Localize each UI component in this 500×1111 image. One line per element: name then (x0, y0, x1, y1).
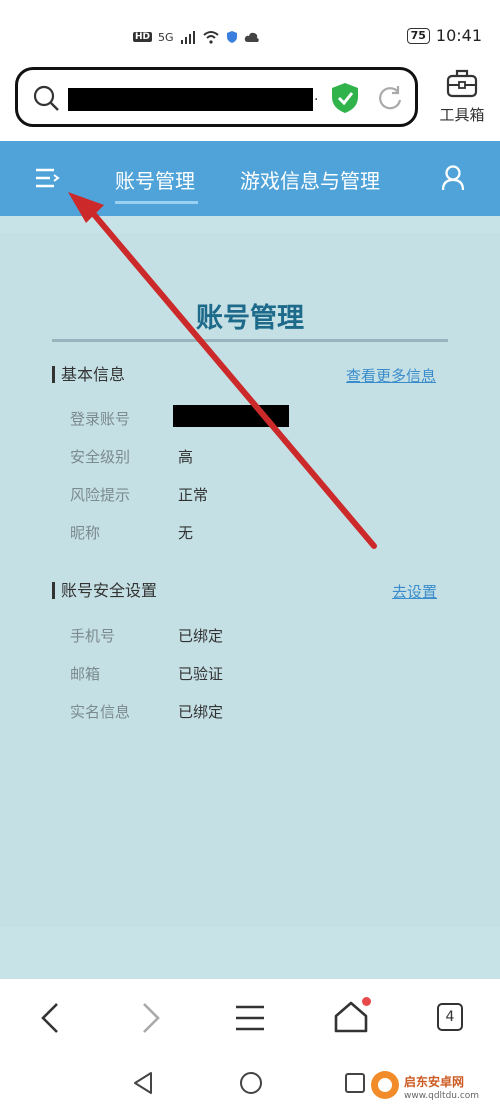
row-label-realname: 实名信息 (70, 703, 131, 721)
battery-icon: 75 (406, 27, 430, 44)
login-account-redacted (173, 405, 289, 427)
row-label-email: 邮箱 (70, 665, 101, 683)
row-label-risk-tip: 风险提示 (70, 486, 131, 504)
url-redacted[interactable] (68, 88, 313, 111)
status-icons: HD 5G (133, 26, 260, 48)
address-bar[interactable]: . (15, 67, 418, 127)
row-label-phone: 手机号 (70, 627, 116, 645)
wifi-icon (202, 31, 219, 44)
watermark-url: www.qdltdu.com (404, 1091, 480, 1101)
system-back-icon[interactable] (132, 1071, 154, 1095)
content-card (0, 233, 500, 927)
hd-badge: HD (133, 32, 153, 42)
status-right: 75 10:41 (406, 26, 482, 45)
row-value-risk-tip: 正常 (178, 486, 209, 504)
system-recents-icon[interactable] (344, 1072, 366, 1094)
toolbox-label: 工具箱 (439, 106, 485, 124)
url-suffix: . (314, 88, 319, 104)
row-label-nickname: 昵称 (70, 524, 101, 542)
section-security-heading: 账号安全设置 (52, 582, 157, 599)
title-divider (52, 339, 448, 342)
row-value-nickname: 无 (178, 524, 194, 542)
network-label: 5G (158, 30, 174, 44)
row-label-security-level: 安全级别 (70, 448, 131, 466)
row-value-phone: 已绑定 (178, 627, 224, 645)
notification-dot (362, 997, 371, 1006)
menu-icon[interactable] (36, 167, 60, 189)
shield-small-icon (226, 31, 237, 43)
user-icon[interactable] (442, 165, 464, 191)
row-value-email: 已验证 (178, 665, 224, 683)
row-value-realname: 已绑定 (178, 703, 224, 721)
tab-account-management[interactable]: 账号管理 (115, 165, 195, 194)
home-icon[interactable] (334, 1001, 368, 1033)
tab-switcher-button[interactable]: 4 (437, 1003, 463, 1031)
row-label-login-account: 登录账号 (70, 410, 131, 428)
cloud-icon (244, 32, 259, 42)
refresh-icon[interactable] (376, 84, 404, 112)
toolbox-icon (446, 69, 478, 98)
tab-game-info[interactable]: 游戏信息与管理 (240, 165, 380, 194)
menu-hamburger-icon[interactable] (236, 1004, 264, 1032)
search-icon (33, 85, 59, 111)
signal-icon (180, 31, 195, 44)
section-basic-info-heading: 基本信息 (52, 366, 125, 383)
page-title: 账号管理 (196, 303, 304, 334)
site-header: 账号管理 游戏信息与管理 (0, 141, 500, 216)
go-settings-link[interactable]: 去设置 (392, 581, 437, 602)
active-tab-indicator (115, 201, 198, 204)
view-more-info-link[interactable]: 查看更多信息 (346, 365, 436, 386)
security-shield-icon[interactable] (330, 82, 360, 114)
system-home-icon[interactable] (239, 1071, 263, 1095)
forward-icon[interactable] (141, 1002, 161, 1034)
status-bar: HD 5G 75 10:41 (0, 0, 500, 60)
row-value-security-level: 高 (178, 448, 194, 466)
back-icon[interactable] (40, 1002, 60, 1034)
watermark-logo-icon (371, 1071, 399, 1099)
clock: 10:41 (435, 26, 482, 45)
watermark-name: 启东安卓网 (404, 1075, 465, 1089)
watermark: 启东安卓网 www.qdltdu.com (404, 1075, 479, 1103)
toolbox-button[interactable]: 工具箱 (432, 68, 492, 128)
